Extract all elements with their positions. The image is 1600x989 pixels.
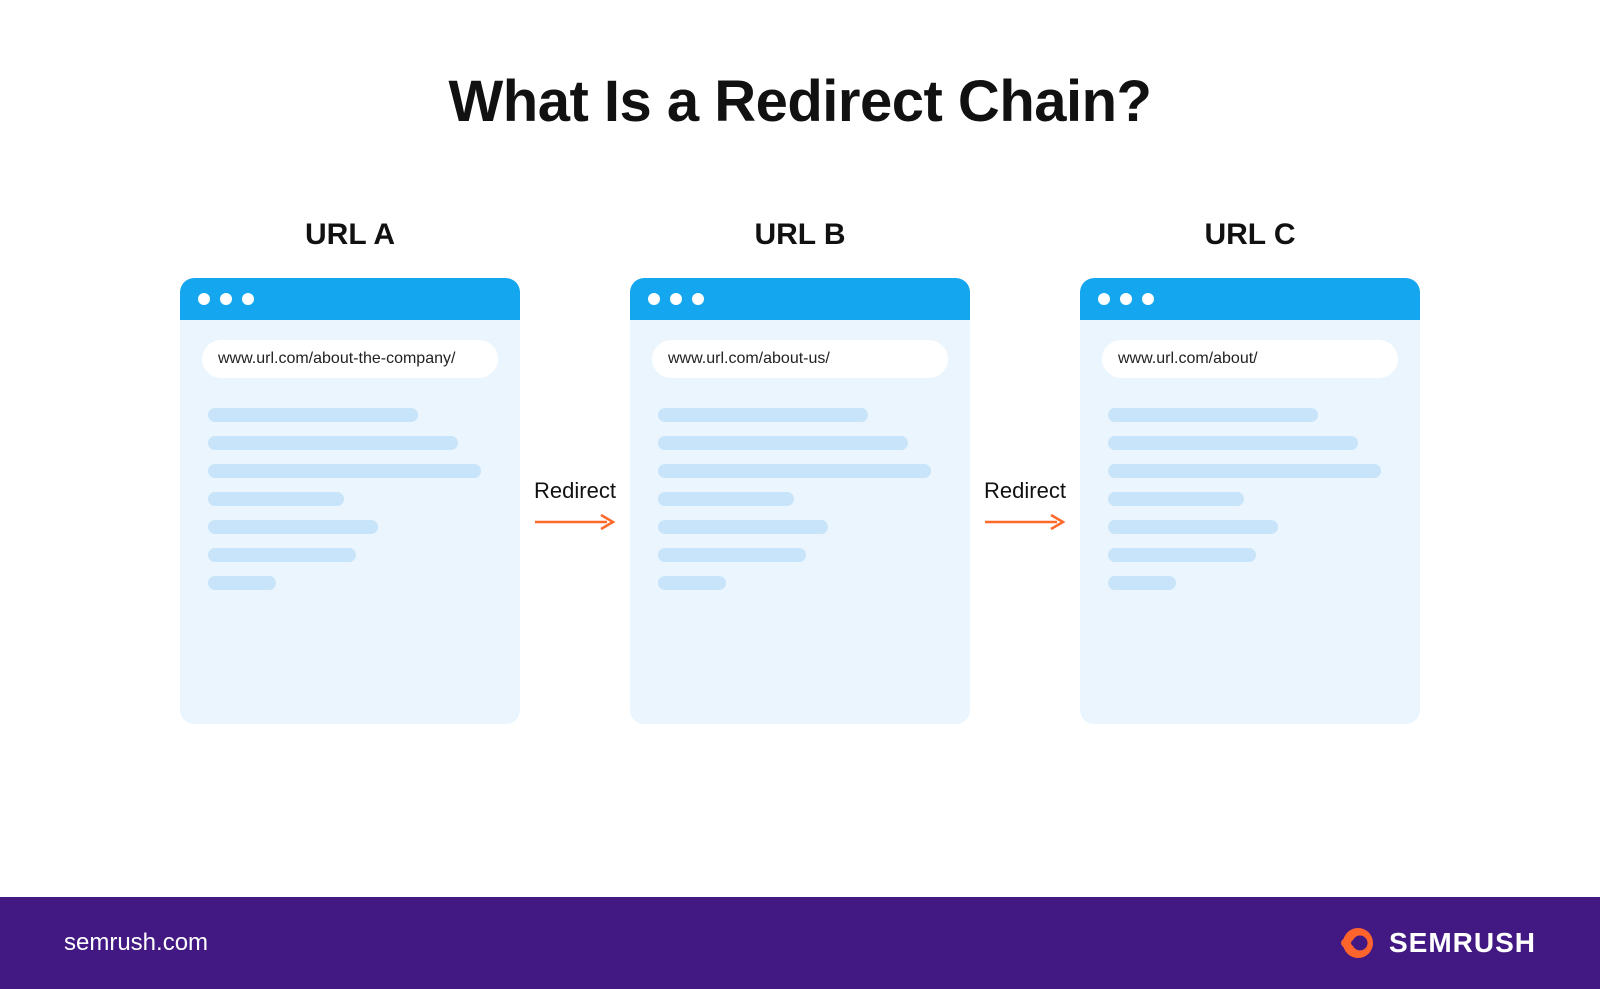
url-bar: www.url.com/about-us/: [652, 340, 948, 378]
footer-url: semrush.com: [64, 929, 208, 957]
placeholder-bar: [1108, 464, 1381, 478]
brand-text: SEMRUSH: [1389, 927, 1536, 959]
browser-column-2: URL C www.url.com/about/: [1080, 218, 1420, 724]
footer-bar: semrush.com SEMRUSH: [0, 897, 1600, 989]
content-placeholder: [180, 378, 520, 590]
arrow-right-icon: [983, 512, 1067, 532]
placeholder-bar: [1108, 520, 1278, 534]
placeholder-bar: [658, 464, 931, 478]
browser-topbar: [180, 278, 520, 320]
placeholder-bar: [658, 576, 726, 590]
window-dot-icon: [1120, 293, 1132, 305]
placeholder-bar: [208, 464, 481, 478]
window-dot-icon: [198, 293, 210, 305]
window-dot-icon: [1142, 293, 1154, 305]
column-label: URL A: [305, 218, 395, 252]
placeholder-bar: [658, 520, 828, 534]
column-label: URL B: [754, 218, 845, 252]
page-title: What Is a Redirect Chain?: [0, 68, 1600, 135]
redirect-connector: Redirect: [970, 218, 1080, 532]
redirect-label: Redirect: [534, 478, 616, 504]
window-dot-icon: [242, 293, 254, 305]
flame-icon: [1337, 924, 1375, 962]
placeholder-bar: [208, 576, 276, 590]
placeholder-bar: [208, 492, 344, 506]
arrow-right-icon: [533, 512, 617, 532]
browser-column-1: URL B www.url.com/about-us/: [630, 218, 970, 724]
window-dot-icon: [670, 293, 682, 305]
content-placeholder: [630, 378, 970, 590]
window-dot-icon: [220, 293, 232, 305]
placeholder-bar: [658, 548, 806, 562]
browser-window: www.url.com/about-us/: [630, 278, 970, 724]
browser-column-0: URL A www.url.com/about-the-company/: [180, 218, 520, 724]
window-dot-icon: [1098, 293, 1110, 305]
browser-topbar: [630, 278, 970, 320]
window-dot-icon: [648, 293, 660, 305]
placeholder-bar: [208, 520, 378, 534]
url-bar: www.url.com/about-the-company/: [202, 340, 498, 378]
browser-window: www.url.com/about-the-company/: [180, 278, 520, 724]
brand-logo: SEMRUSH: [1337, 924, 1536, 962]
placeholder-bar: [1108, 436, 1358, 450]
diagram-canvas: What Is a Redirect Chain? URL A www.url.c…: [0, 0, 1600, 989]
placeholder-bar: [208, 436, 458, 450]
column-label: URL C: [1204, 218, 1295, 252]
placeholder-bar: [1108, 548, 1256, 562]
redirect-connector: Redirect: [520, 218, 630, 532]
content-placeholder: [1080, 378, 1420, 590]
placeholder-bar: [208, 548, 356, 562]
placeholder-bar: [658, 408, 868, 422]
browser-topbar: [1080, 278, 1420, 320]
placeholder-bar: [658, 436, 908, 450]
browser-window: www.url.com/about/: [1080, 278, 1420, 724]
placeholder-bar: [208, 408, 418, 422]
placeholder-bar: [1108, 492, 1244, 506]
window-dot-icon: [692, 293, 704, 305]
url-bar: www.url.com/about/: [1102, 340, 1398, 378]
placeholder-bar: [1108, 408, 1318, 422]
placeholder-bar: [658, 492, 794, 506]
browser-row: URL A www.url.com/about-the-company/Redir…: [0, 218, 1600, 724]
redirect-label: Redirect: [984, 478, 1066, 504]
placeholder-bar: [1108, 576, 1176, 590]
